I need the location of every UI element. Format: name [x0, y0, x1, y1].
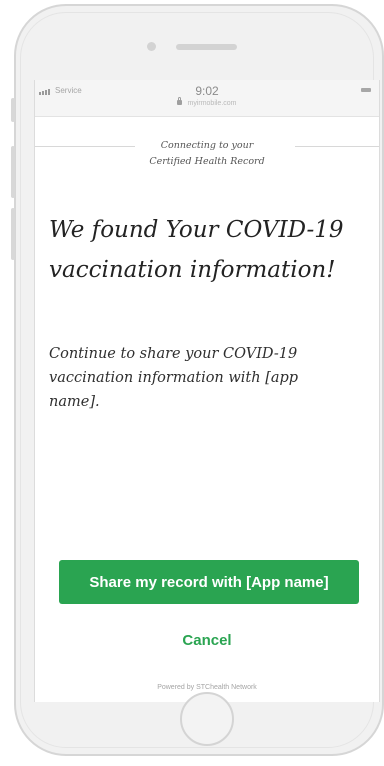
url-text: myirmobile.com: [187, 100, 237, 107]
home-button[interactable]: [180, 692, 234, 746]
page-title: We found Your COVID-19 vaccination infor…: [49, 217, 344, 283]
header-line-2: Certified Health Record: [149, 156, 265, 167]
status-bar: Service 9:02 myirmobile.com: [35, 80, 379, 117]
front-camera: [147, 42, 156, 51]
battery-icon: [361, 88, 371, 92]
header-title: Connecting to your Certified Health Reco…: [35, 138, 379, 170]
side-button-volume-down: [11, 208, 15, 260]
side-button-mute: [11, 98, 15, 122]
lock-icon: [177, 97, 183, 105]
side-button-volume-up: [11, 146, 15, 198]
cancel-link[interactable]: Cancel: [35, 632, 379, 649]
phone-screen: Service 9:02 myirmobile.com Connecting t…: [34, 80, 380, 702]
share-record-button[interactable]: Share my record with [App name]: [59, 560, 359, 604]
address-bar[interactable]: myirmobile.com: [35, 97, 379, 107]
powered-by-footer: Powered by STChealth Network: [157, 684, 257, 691]
header-line-1: Connecting to your: [160, 140, 254, 151]
earpiece-speaker: [176, 44, 237, 50]
status-time: 9:02: [195, 84, 219, 98]
description-text: Continue to share your COVID-19 vaccinat…: [49, 346, 299, 410]
